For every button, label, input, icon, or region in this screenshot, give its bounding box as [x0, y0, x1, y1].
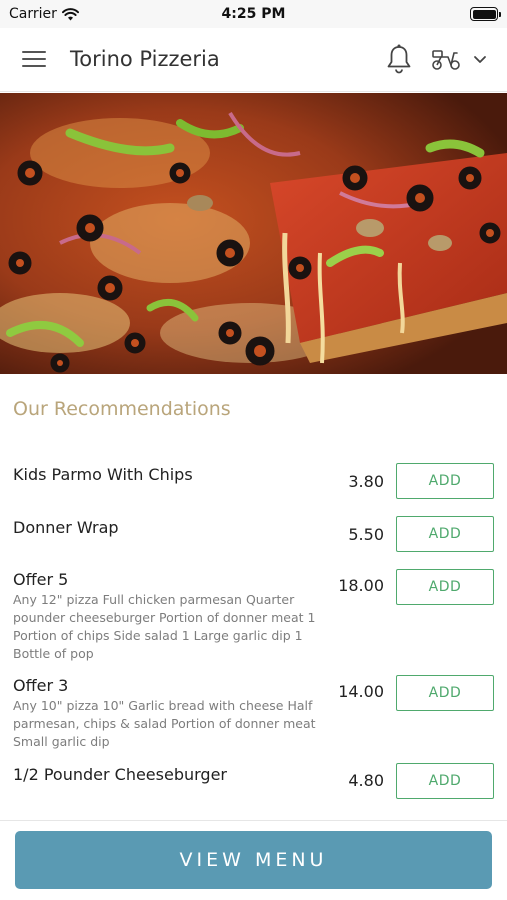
moped-icon[interactable] [430, 46, 462, 72]
add-button[interactable]: ADD [396, 516, 494, 552]
item-name: Offer 3 [13, 676, 69, 695]
bell-icon[interactable] [385, 43, 413, 75]
view-menu-button[interactable]: VIEW MENU [15, 831, 492, 889]
item-price: 5.50 [348, 525, 384, 544]
item-price: 14.00 [338, 682, 384, 701]
battery-icon [470, 7, 501, 21]
hero-pizza-image [0, 93, 507, 374]
status-bar: Carrier 4:25 PM [0, 0, 507, 28]
item-name: Donner Wrap [13, 518, 119, 537]
item-description: Any 12" pizza Full chicken parmesan Quar… [13, 592, 316, 661]
add-button[interactable]: ADD [396, 463, 494, 499]
item-price: 3.80 [348, 472, 384, 491]
item-description: Any 10" pizza 10" Garlic bread with chee… [13, 698, 316, 749]
hamburger-menu-icon[interactable] [22, 50, 46, 68]
nav-bar: Torino Pizzeria [0, 28, 507, 92]
item-name: 1/2 Pounder Cheeseburger [13, 765, 227, 784]
add-button[interactable]: ADD [396, 675, 494, 711]
item-name: Offer 5 [13, 570, 69, 589]
status-time: 4:25 PM [221, 6, 286, 22]
add-button[interactable]: ADD [396, 763, 494, 799]
page-title: Torino Pizzeria [70, 47, 220, 71]
item-price: 4.80 [348, 771, 384, 790]
add-button[interactable]: ADD [396, 569, 494, 605]
section-title: Our Recommendations [13, 398, 231, 420]
item-name: Kids Parmo With Chips [13, 465, 193, 484]
item-price: 18.00 [338, 576, 384, 595]
chevron-down-icon[interactable] [472, 52, 488, 66]
footer-divider [0, 820, 507, 821]
